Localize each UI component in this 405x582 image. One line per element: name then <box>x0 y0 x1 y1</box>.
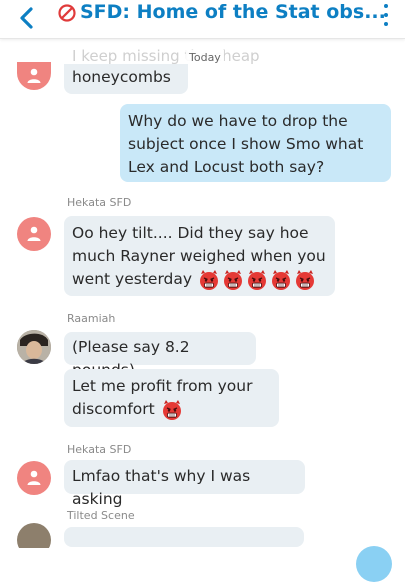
message-line: Oo hey tilt.... Did they say hoe <box>72 224 309 242</box>
scrolled-message-text: I keep missing the cheap <box>72 47 260 65</box>
more-options-icon[interactable] <box>381 4 391 30</box>
imp-face-icon <box>224 269 242 290</box>
ban-icon <box>58 4 76 22</box>
message-line: discomfort <box>72 400 155 418</box>
send-button[interactable] <box>356 546 392 582</box>
avatar[interactable] <box>17 217 51 251</box>
avatar[interactable] <box>17 62 51 90</box>
message-list[interactable]: I keep missing the cheap Today honeycomb… <box>0 38 405 560</box>
person-icon <box>27 226 41 241</box>
message-bubble[interactable]: Lmfao that's why I was asking <box>64 460 305 508</box>
sender-name: Hekata SFD <box>67 443 132 456</box>
imp-face-icon <box>162 399 181 420</box>
message-bubble[interactable]: Let me profit from your discomfort <box>64 369 279 427</box>
person-icon <box>27 68 41 83</box>
person-icon <box>27 470 41 485</box>
imp-face-icon <box>248 269 266 290</box>
sender-name: Tilted Scene <box>67 509 135 522</box>
avatar[interactable] <box>17 461 51 495</box>
date-divider: Today <box>186 50 224 65</box>
back-button[interactable] <box>12 3 42 33</box>
message-line: Why do we have to drop the <box>128 112 348 130</box>
message-bubble[interactable]: (Please say 8.2 pounds) <box>64 332 256 379</box>
sender-name: Hekata SFD <box>67 196 132 209</box>
imp-face-icon <box>272 269 290 290</box>
message-bubble-outgoing[interactable]: Why do we have to drop the subject once … <box>120 104 391 182</box>
message-line: went yesterday <box>72 270 193 288</box>
message-line: Lex and Locust both say? <box>128 158 325 176</box>
chat-header: SFD: Home of the Stat obs... <box>0 0 405 39</box>
message-bubble[interactable]: honeycombs <box>64 64 188 94</box>
avatar-photo[interactable] <box>17 330 51 364</box>
message-line: much Rayner weighed when you <box>72 247 326 265</box>
chat-title[interactable]: SFD: Home of the Stat obs... <box>80 1 386 23</box>
message-text: honeycombs <box>72 68 171 86</box>
imp-face-icon <box>296 269 314 290</box>
message-text: Lmfao that's why I was asking <box>72 467 251 508</box>
compose-bar[interactable] <box>0 548 405 560</box>
message-line: subject once I show Smo what <box>128 135 364 153</box>
profile-photo-icon <box>17 330 51 364</box>
message-bubble[interactable]: Oo hey tilt.... Did they say hoe much Ra… <box>64 216 335 296</box>
imp-face-icon <box>200 269 218 290</box>
message-line: Let me profit from your <box>72 377 253 395</box>
sender-name: Raamiah <box>67 312 116 325</box>
chevron-left-icon <box>20 7 33 29</box>
message-bubble[interactable] <box>64 527 304 547</box>
